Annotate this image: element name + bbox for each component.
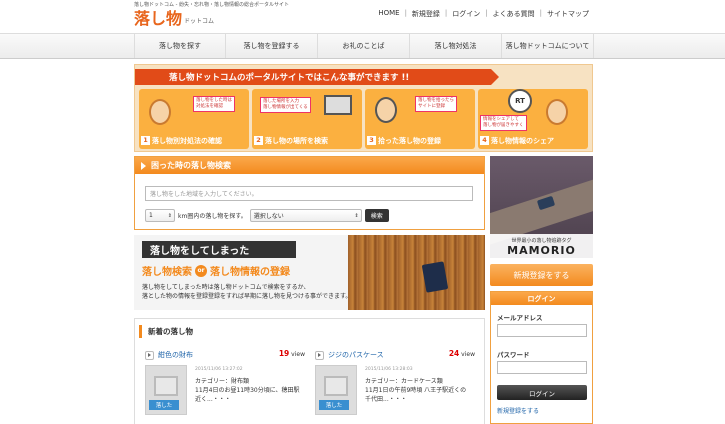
banner-step-caption: 1 落し物別対処法の確認 [141,134,247,147]
item-description: 11月4日のお昼11時30分頃に、穂田駅 近く...・・・ [195,387,300,403]
select-arrows-icon: ⇕ [354,212,359,219]
item-title-link[interactable]: ジジのパスケース [328,350,384,360]
main-nav-items: 落し物を探す 落し物を登録する お礼のことば 落し物対処法 落し物ドットコムにつ… [134,34,594,58]
banner-step-4[interactable]: RT 情報をシェアして 落し物が届きやすく 4 落し物情報のシェア [478,89,588,149]
feature-banner[interactable]: 落し物ドットコムのポータルサイトではこんな事ができます !! 落し物をした時は … [134,64,593,152]
login-box: ログイン メールアドレス パスワード ログイン 新規登録をする [490,291,593,424]
area-search-input[interactable]: 落し物をした地域を入力してください。 [145,186,473,201]
item-title-link[interactable]: 紺色の財布 [158,350,193,360]
list-item[interactable]: 紺色の財布 19 view 落した 2015/11/06 13:27:02 カテ… [145,349,305,424]
ad-tagline: 世界最小の落し物追跡タグ [511,238,572,244]
retweet-badge-icon: RT [508,89,532,113]
item-thumbnail[interactable]: 落した [145,365,187,415]
person-icon [149,99,171,125]
search-panel-title: 困った時の落し物検索 [135,157,484,174]
radius-select[interactable]: 1 ⇕ [145,209,175,222]
email-label: メールアドレス [497,314,543,322]
mamorio-ad[interactable]: 世界最小の落し物追跡タグ MAMORIO [490,156,593,258]
main-nav-register[interactable]: 落し物を登録する [226,34,318,58]
email-field[interactable] [497,324,587,337]
banner-step-1[interactable]: 落し物をした時は 対処法を確認 1 落し物別対処法の確認 [139,89,249,149]
top-nav: HOME | 新規登録 | ログイン | よくある質問 | サイトマップ [378,9,589,19]
new-items-title: 新着の落し物 [139,325,193,338]
image-placeholder-icon [324,376,348,396]
top-nav-separator: | [539,9,542,17]
list-item[interactable]: ジジのパスケース 24 view 落した 2015/11/06 13:28:03… [315,349,475,424]
status-badge: 落した [149,400,179,410]
arrow-right-icon [145,350,154,360]
logo-sub-text: ドットコム [184,18,215,25]
top-nav-home[interactable]: HOME [378,9,399,19]
ad-brand: MAMORIO [507,244,576,257]
top-nav-login[interactable]: ログイン [452,9,480,19]
new-items-panel: 新着の落し物 紺色の財布 19 view 落した 2015/11/06 13:2… [134,318,485,424]
site-header: 落し物ドットコム - 紛失・忘れ物・落し物情報の総合ポータルサイト 落し物 ドッ… [0,0,725,32]
top-nav-faq[interactable]: よくある質問 [493,9,535,19]
login-button[interactable]: ログイン [497,385,587,400]
item-view-count: 24 view [448,349,475,358]
banner-step-caption: 2 落し物の場所を検索 [254,134,360,147]
search-button[interactable]: 検索 [364,209,389,222]
ad-text-band: 世界最小の落し物追跡タグ MAMORIO [490,234,593,258]
banner-step-caption: 3 拾った落し物の登録 [367,134,473,147]
person-icon [546,99,568,125]
banner-step-caption: 4 落し物情報のシェア [480,134,586,147]
main-nav: 落し物を探す 落し物を登録する お礼のことば 落し物対処法 落し物ドットコムにつ… [0,33,725,59]
register-link[interactable]: 新規登録をする [497,406,539,415]
top-nav-separator: | [404,9,407,17]
main-nav-guide[interactable]: 落し物対処法 [410,34,502,58]
wood-bench-image [348,235,485,310]
top-nav-register[interactable]: 新規登録 [412,9,440,19]
search-options-row: 1 ⇕ km圏内の落し物を探す。 選択しない ⇕ 検索 [145,209,389,222]
image-placeholder-icon [154,376,178,396]
lost-item-promo-banner[interactable]: 落し物をしてしまった 落し物検索 or 落し物情報の登録 落し物をしてしまった時… [134,235,485,310]
login-title: ログイン [491,292,592,305]
select-arrows-icon: ⇕ [167,212,172,219]
banner-step-bubble: 落し物を拾ったら サイトに登録 [415,96,457,112]
banner-ribbon: 落し物ドットコムのポータルサイトではこんな事ができます !! [135,69,499,85]
arrow-right-icon [315,350,324,360]
category-select[interactable]: 選択しない ⇕ [249,209,362,222]
banner-step-bubble: 落し物をした時は 対処法を確認 [193,96,235,112]
item-date: 2015/11/06 13:28:03 [365,367,413,372]
banner-step-bubble: 落した場所を入力 落し物情報が出てくる [260,97,311,113]
site-logo[interactable]: 落し物 ドットコム [134,8,214,28]
main-nav-search[interactable]: 落し物を探す [135,34,226,58]
item-category: カテゴリー：カードケース類 [365,378,443,385]
main-nav-about[interactable]: 落し物ドットコムについて [502,34,594,58]
radius-label: km圏内の落し物を探す。 [178,213,247,220]
promo-headline: 落し物をしてしまった [142,241,296,258]
site-tagline: 落し物ドットコム - 紛失・忘れ物・落し物情報の総合ポータルサイト [134,2,289,8]
banner-step-bubble: 情報をシェアして 落し物が届きやすく [480,115,527,131]
search-panel: 困った時の落し物検索 落し物をした地域を入力してください。 1 ⇕ km圏内の落… [134,156,485,230]
promo-subheadline: 落し物検索 or 落し物情報の登録 [142,263,290,278]
top-nav-sitemap[interactable]: サイトマップ [547,9,589,19]
item-view-count: 19 view [278,349,305,358]
banner-step-2[interactable]: 落した場所を入力 落し物情報が出てくる 2 落し物の場所を検索 [252,89,362,149]
item-description: 11月1日の午前9時頃 八王子駅近くの 千代田...・・・ [365,387,467,403]
logo-main-text: 落し物 [134,9,183,28]
register-button[interactable]: 新規登録をする [490,264,593,286]
item-date: 2015/11/06 13:27:02 [195,367,243,372]
laptop-icon [324,95,352,115]
banner-step-3[interactable]: 落し物を拾ったら サイトに登録 3 拾った落し物の登録 [365,89,475,149]
arrow-right-icon [141,161,146,170]
status-badge: 落した [319,400,349,410]
item-category: カテゴリー：財布類 [195,378,250,385]
password-field[interactable] [497,361,587,374]
top-nav-separator: | [485,9,488,17]
smartphone-image [421,261,449,293]
item-thumbnail[interactable]: 落した [315,365,357,415]
top-nav-separator: | [444,9,448,17]
main-nav-thanks[interactable]: お礼のことば [318,34,410,58]
promo-description: 落し物をしてしまった時は落し物ドットコムで検索をするか、 落とした物の情報を登録… [142,284,352,300]
password-label: パスワード [497,351,530,359]
person-icon [375,97,397,123]
